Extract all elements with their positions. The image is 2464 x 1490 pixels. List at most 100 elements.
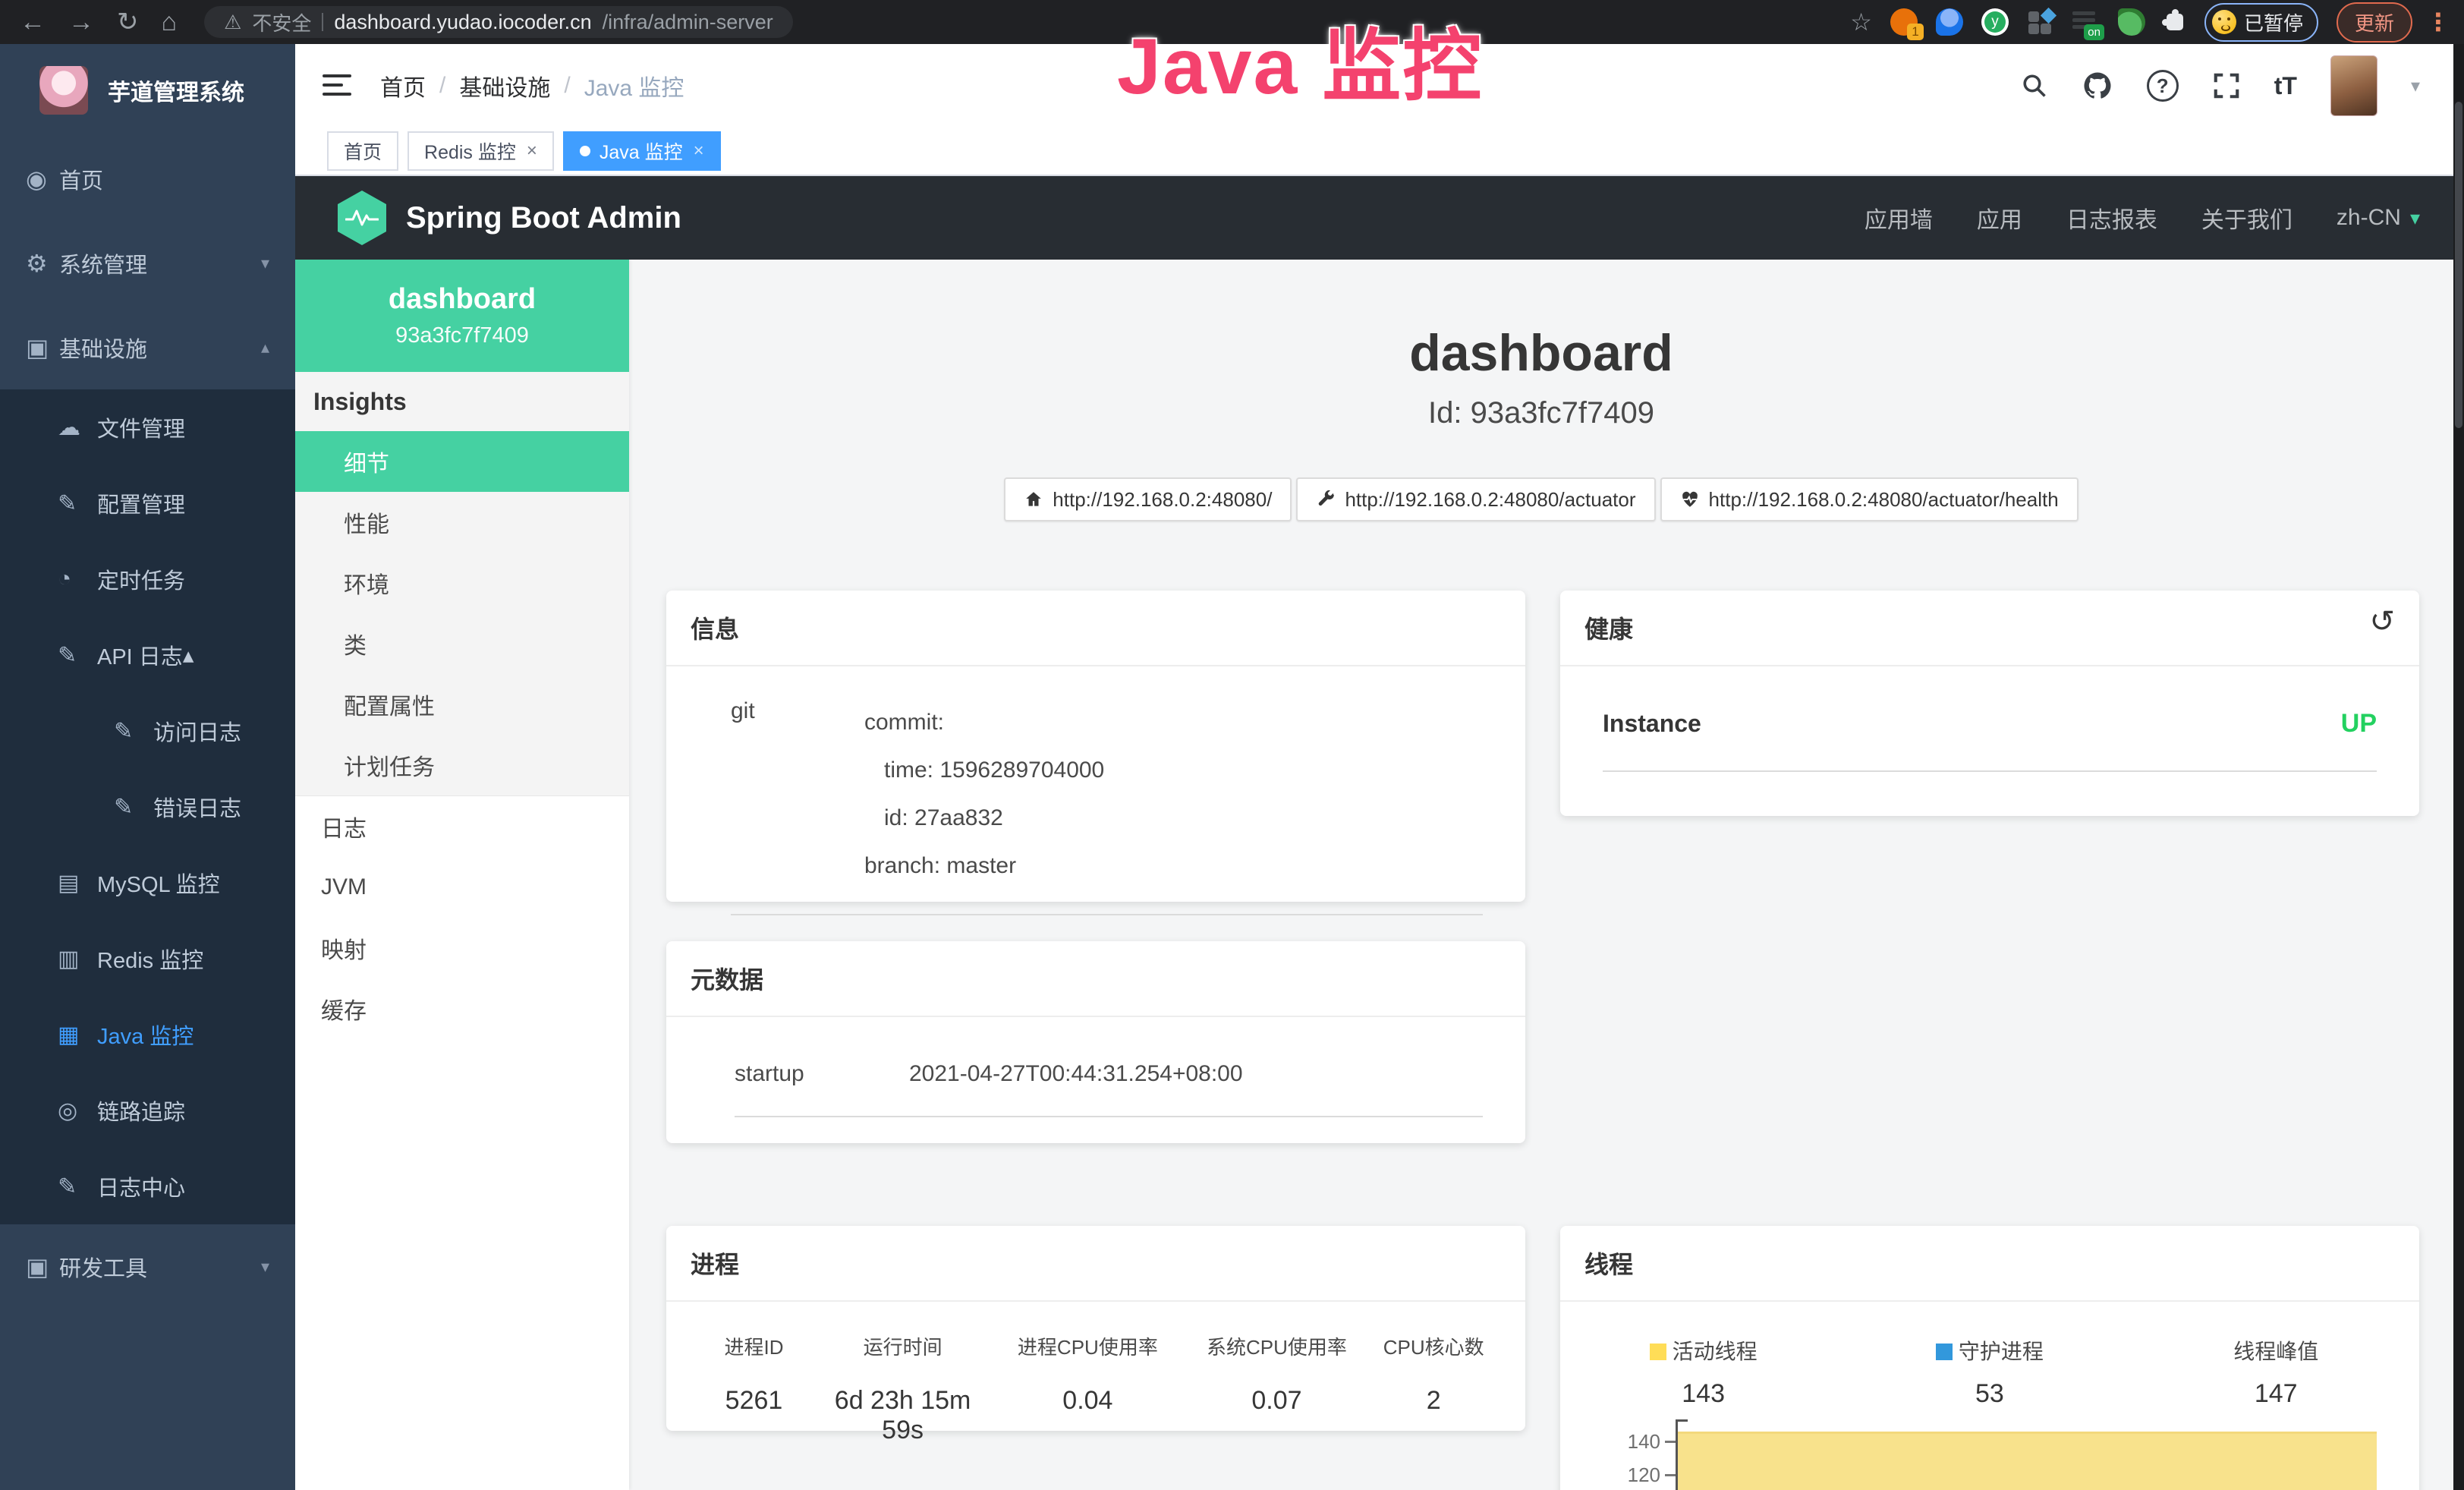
process-value: 2 xyxy=(1369,1386,1498,1445)
extension-list-icon[interactable]: on xyxy=(2072,8,2100,36)
health-card-title: 健康 xyxy=(1584,616,1633,643)
tab-redis-monitor[interactable]: Redis 监控 × xyxy=(408,131,554,171)
sidebar-item-infra[interactable]: ▣ 基础设施 ▴ xyxy=(0,305,295,389)
sidebar-item-home[interactable]: ◉ 首页 xyxy=(0,137,295,221)
reload-icon[interactable]: ↻ xyxy=(117,7,139,37)
sidebar-item-config[interactable]: ✎ 配置管理 xyxy=(0,465,295,541)
info-value: commit: time: 1596289704000 id: 27aa832 … xyxy=(864,698,1104,890)
breadcrumb-home[interactable]: 首页 xyxy=(380,69,426,102)
instance-id: 93a3fc7f7409 xyxy=(395,323,529,348)
address-bar[interactable]: ⚠ 不安全 dashboard.yudao.iocoder.cn /infra/… xyxy=(204,6,793,38)
extension-pin-icon[interactable] xyxy=(1936,8,1963,36)
forward-icon[interactable]: → xyxy=(68,8,94,37)
actuator-url-button[interactable]: http://192.168.0.2:48080/actuator xyxy=(1296,477,1655,521)
avatar[interactable] xyxy=(2330,55,2377,116)
health-instance-label: Instance xyxy=(1603,710,1701,738)
extensions-puzzle-icon[interactable] xyxy=(2163,11,2186,33)
sidebar-item-api-log[interactable]: ✎ API 日志 ▴ xyxy=(0,617,295,693)
menu-item-jvm[interactable]: JVM xyxy=(295,857,629,918)
tag-tabs-bar: 首页 Redis 监控 × Java 监控 × xyxy=(295,128,2453,176)
menu-item-caches[interactable]: 缓存 xyxy=(295,978,629,1039)
sba-nav-wallboard[interactable]: 应用墙 xyxy=(1865,201,1933,235)
row-divider xyxy=(731,914,1483,915)
sidebar-item-java[interactable]: ▦ Java 监控 xyxy=(0,997,295,1073)
paused-profile-chip[interactable]: 已暂停 xyxy=(2204,3,2318,42)
legend-label: 线程峰值 xyxy=(2233,1340,2318,1363)
close-icon[interactable]: × xyxy=(694,140,704,162)
legend-item-daemon: 守护进程 xyxy=(1846,1335,2132,1366)
back-icon[interactable]: ← xyxy=(20,8,46,37)
sidebar-item-label: 访问日志 xyxy=(153,715,241,747)
sba-nav: 应用墙 应用 日志报表 关于我们 zh-CN ▾ xyxy=(1865,201,2420,235)
sba-nav-journal[interactable]: 日志报表 xyxy=(2066,201,2157,235)
sidebar-item-system[interactable]: ⚙ 系统管理 ▾ xyxy=(0,221,295,305)
menu-item-classes[interactable]: 类 xyxy=(295,613,629,674)
annotation-java-monitor: Java 监控 xyxy=(1117,2,1483,116)
security-label[interactable]: 不安全 xyxy=(252,8,311,36)
home-icon[interactable]: ⌂ xyxy=(162,8,178,37)
info-line: id: 27aa832 xyxy=(864,794,1104,842)
tab-java-monitor[interactable]: Java 监控 × xyxy=(563,131,721,171)
sidebar-item-error-log[interactable]: ✎ 错误日志 xyxy=(0,769,295,845)
sidebar-item-label: 配置管理 xyxy=(97,487,185,519)
sidebar-item-label: MySQL 监控 xyxy=(97,867,220,899)
sba-nav-about[interactable]: 关于我们 xyxy=(2201,201,2292,235)
info-key: git xyxy=(731,698,864,890)
locale-selector[interactable]: zh-CN ▾ xyxy=(2337,205,2420,231)
close-icon[interactable]: × xyxy=(527,140,537,162)
sba-header: Spring Boot Admin 应用墙 应用 日志报表 关于我们 zh-CN… xyxy=(295,176,2453,260)
process-col-header: 进程CPU使用率 xyxy=(991,1332,1184,1360)
row-divider xyxy=(1603,770,2377,772)
chevron-down-icon[interactable]: ▾ xyxy=(2411,75,2420,97)
menu-item-mappings[interactable]: 映射 xyxy=(295,918,629,978)
search-icon[interactable] xyxy=(2021,72,2048,99)
service-url-button[interactable]: http://192.168.0.2:48080/ xyxy=(1004,477,1292,521)
extension-orange-icon[interactable]: 1 xyxy=(1890,8,1918,36)
sidebar-item-redis[interactable]: ▥ Redis 监控 xyxy=(0,921,295,997)
legend-label: 活动线程 xyxy=(1673,1340,1758,1363)
sidebar-item-devtools[interactable]: ▣ 研发工具 ▾ xyxy=(0,1224,295,1309)
update-button[interactable]: 更新 xyxy=(2337,2,2412,43)
menu-item-scheduled-tasks[interactable]: 计划任务 xyxy=(295,735,629,795)
breadcrumb-infra[interactable]: 基础设施 xyxy=(459,69,550,102)
info-line: branch: master xyxy=(864,842,1104,890)
daemon-threads-value: 53 xyxy=(1846,1379,2132,1409)
fullscreen-icon[interactable] xyxy=(2212,71,2241,100)
help-icon[interactable]: ? xyxy=(2147,70,2179,102)
edit-icon: ✎ xyxy=(114,794,153,821)
font-size-icon[interactable]: tT xyxy=(2274,72,2297,100)
extension-grid-icon[interactable] xyxy=(2027,8,2054,36)
sidebar-item-mysql[interactable]: ▤ MySQL 监控 xyxy=(0,845,295,921)
sidebar-item-log-center[interactable]: ✎ 日志中心 xyxy=(0,1148,295,1224)
sba-brand-title[interactable]: Spring Boot Admin xyxy=(406,201,681,235)
health-url-button[interactable]: http://192.168.0.2:48080/actuator/health xyxy=(1660,477,2079,521)
info-line: time: 1596289704000 xyxy=(864,746,1104,794)
spring-boot-admin-logo xyxy=(338,191,386,245)
history-icon[interactable]: ↺ xyxy=(2369,604,2395,639)
scrollbar-thumb[interactable] xyxy=(2455,102,2462,428)
sidebar-item-access-log[interactable]: ✎ 访问日志 xyxy=(0,693,295,769)
sidebar-item-job[interactable]: ◔ 定时任务 xyxy=(0,541,295,617)
breadcrumb: 首页 / 基础设施 / Java 监控 xyxy=(380,44,684,128)
scrollbar[interactable] xyxy=(2453,44,2464,1490)
app-logo-row[interactable]: 芋道管理系统 xyxy=(0,44,295,137)
sba-nav-applications[interactable]: 应用 xyxy=(1977,201,2022,235)
process-value: 0.07 xyxy=(1185,1386,1370,1445)
menu-item-config-props[interactable]: 配置属性 xyxy=(295,674,629,735)
menu-item-logs[interactable]: 日志 xyxy=(295,796,629,857)
browser-menu-icon[interactable]: ⋮ xyxy=(2426,8,2450,36)
instance-header[interactable]: dashboard 93a3fc7f7409 xyxy=(295,260,629,372)
extension-sprout-icon[interactable] xyxy=(2118,8,2145,36)
menu-item-details[interactable]: 细节 xyxy=(295,431,629,492)
menu-item-metrics[interactable]: 性能 xyxy=(295,492,629,553)
sidebar-item-file[interactable]: ☁ 文件管理 xyxy=(0,389,295,465)
hamburger-icon[interactable] xyxy=(323,74,351,99)
metadata-card-title: 元数据 xyxy=(666,941,1525,1017)
legend-item-peak: 线程峰值 xyxy=(2133,1335,2419,1366)
tab-home[interactable]: 首页 xyxy=(327,131,398,171)
bookmark-star-icon[interactable]: ☆ xyxy=(1850,8,1872,36)
sidebar-item-trace[interactable]: ◎ 链路追踪 xyxy=(0,1073,295,1148)
extension-y-icon[interactable]: y xyxy=(1981,8,2009,36)
github-icon[interactable] xyxy=(2082,70,2113,102)
menu-item-environment[interactable]: 环境 xyxy=(295,553,629,613)
